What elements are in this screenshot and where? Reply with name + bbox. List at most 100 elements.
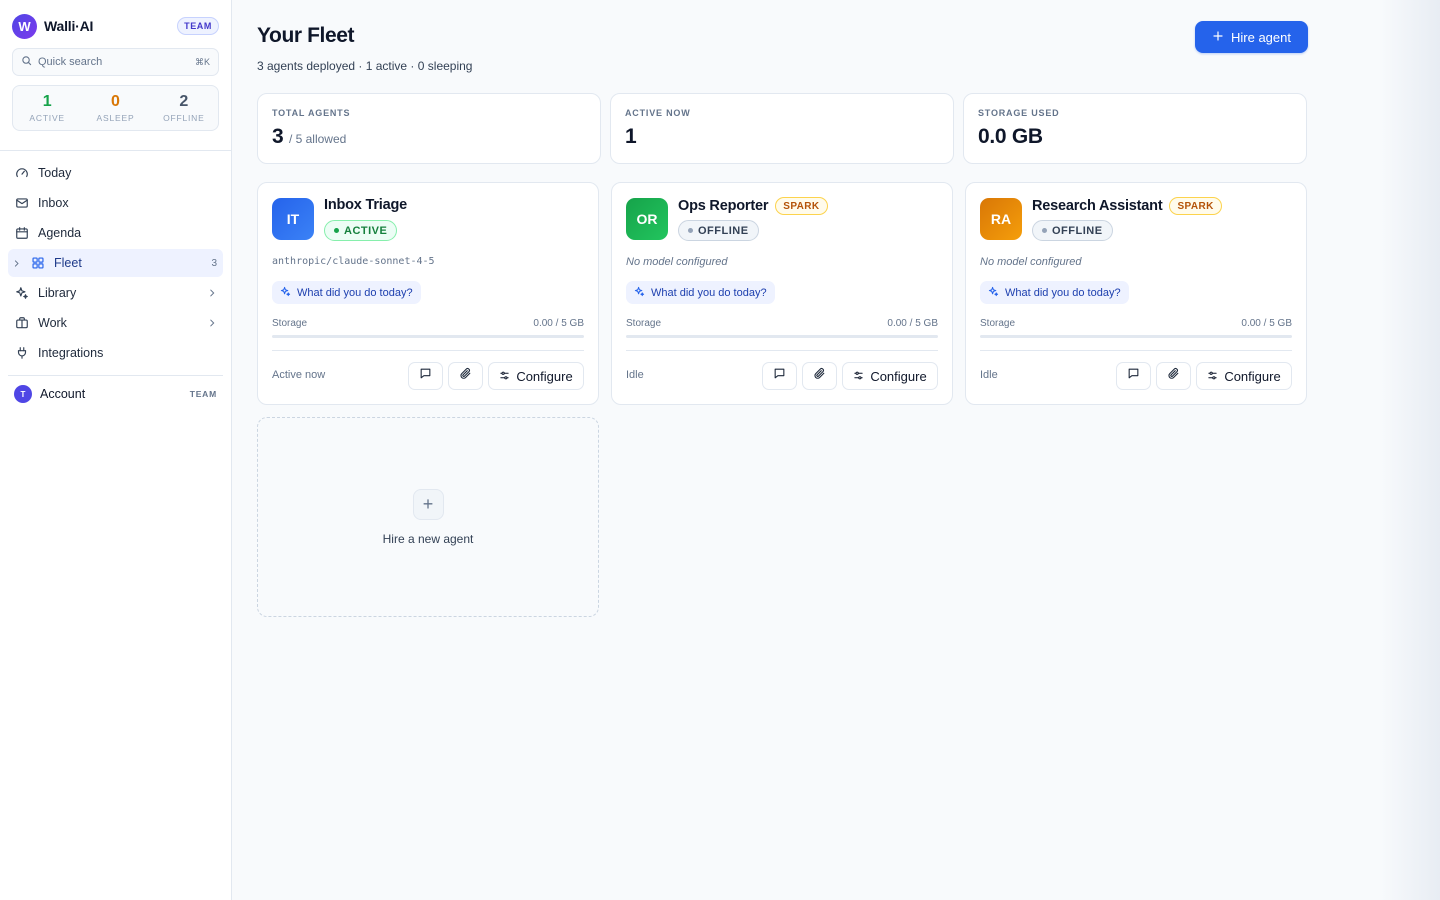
search-icon <box>21 55 38 69</box>
message-icon <box>419 367 432 385</box>
chevron-right-icon[interactable] <box>207 318 217 328</box>
chat-button[interactable] <box>1116 362 1151 390</box>
sidebar-item-library[interactable]: Library <box>8 279 223 307</box>
agent-card-ops-reporter[interactable]: OR Ops Reporter SPARK OFFLINE No model c… <box>611 182 953 405</box>
stat-asleep-value: 0 <box>111 93 120 110</box>
sidebar-divider <box>8 375 223 376</box>
page-title: Your Fleet <box>257 24 355 47</box>
status-dot-icon <box>334 228 339 233</box>
sparkles-icon <box>634 286 645 300</box>
metric-number: 3 <box>272 125 284 148</box>
configure-button[interactable]: Configure <box>842 362 938 390</box>
sidebar-item-label: Integrations <box>38 346 104 360</box>
paperclip-icon <box>813 367 826 385</box>
sidebar-item-agenda[interactable]: Agenda <box>8 219 223 247</box>
account-plan-tag: TEAM <box>189 389 217 399</box>
agent-activity-status: Idle <box>626 369 644 381</box>
hire-new-agent-label: Hire a new agent <box>382 531 474 546</box>
attach-button[interactable] <box>802 362 837 390</box>
brand-logo: W <box>12 13 37 39</box>
fleet-count-badge: 3 <box>211 257 217 269</box>
status-badge: ACTIVE <box>324 220 398 241</box>
sidebar-item-label: Inbox <box>38 196 69 210</box>
plug-icon <box>14 345 30 361</box>
prompt-chip[interactable]: What did you do today? <box>626 281 775 304</box>
chat-button[interactable] <box>762 362 797 390</box>
hire-agent-button[interactable]: Hire agent <box>1195 21 1308 53</box>
prompt-chip[interactable]: What did you do today? <box>272 281 421 304</box>
agent-card-inbox-triage[interactable]: IT Inbox Triage ACTIVE anthropic/claude-… <box>257 182 599 405</box>
configure-button[interactable]: Configure <box>1196 362 1292 390</box>
card-divider <box>272 350 584 351</box>
prompt-chip[interactable]: What did you do today? <box>980 281 1129 304</box>
metric-active-now: ACTIVE NOW 1 <box>610 93 954 164</box>
configure-label: Configure <box>870 368 927 384</box>
hire-new-agent-card[interactable]: + Hire a new agent <box>257 417 599 617</box>
gauge-icon <box>14 165 30 181</box>
stat-offline-value: 2 <box>179 93 189 110</box>
agent-name: Inbox Triage <box>324 197 408 213</box>
agent-model: anthropic/claude-sonnet-4-5 <box>272 256 435 267</box>
agent-card-research-assistant[interactable]: RA Research Assistant SPARK OFFLINE No m… <box>965 182 1307 405</box>
metric-value: 0.0 GB <box>978 125 1043 148</box>
main-content: Your Fleet 3 agents deployed · 1 active … <box>232 0 1440 900</box>
stat-offline-label: OFFLINE <box>163 113 205 123</box>
storage-bar <box>980 335 1292 338</box>
fleet-stats: 1 ACTIVE 0 ASLEEP 2 OFFLINE <box>12 85 219 131</box>
metric-total-agents: TOTAL AGENTS 3 / 5 allowed <box>257 93 601 164</box>
paperclip-icon <box>1167 367 1180 385</box>
prompt-text: What did you do today? <box>1005 286 1121 299</box>
chevron-right-icon[interactable] <box>12 259 24 268</box>
plus-icon: + <box>412 488 444 520</box>
storage-label: Storage <box>626 318 662 329</box>
agent-avatar: IT <box>272 198 314 240</box>
storage-value: 0.00 / 5 GB <box>1241 318 1292 329</box>
attach-button[interactable] <box>448 362 483 390</box>
sparkles-icon <box>988 286 999 300</box>
sidebar-item-today[interactable]: Today <box>8 159 223 187</box>
quick-search[interactable]: Quick search ⌘K <box>12 48 219 76</box>
brand[interactable]: W Walli·AI TEAM <box>12 13 219 39</box>
message-icon <box>1127 367 1140 385</box>
sparkles-icon <box>280 286 291 300</box>
agent-avatar: RA <box>980 198 1022 240</box>
storage-value: 0.00 / 5 GB <box>533 318 584 329</box>
hire-agent-label: Hire agent <box>1231 29 1291 45</box>
page-subtitle: 3 agents deployed · 1 active · 0 sleepin… <box>257 59 473 73</box>
sidebar-nav: Today Inbox Agenda Fleet 3 Library Work … <box>0 159 231 367</box>
sliders-icon <box>1207 369 1218 384</box>
briefcase-icon <box>14 315 30 331</box>
configure-button[interactable]: Configure <box>488 362 584 390</box>
chevron-right-icon[interactable] <box>207 288 217 298</box>
mail-icon <box>14 195 30 211</box>
status-text: OFFLINE <box>1052 224 1103 237</box>
sparkles-icon <box>14 285 30 301</box>
sidebar-item-inbox[interactable]: Inbox <box>8 189 223 217</box>
metric-label: STORAGE USED <box>978 108 1060 118</box>
sidebar-divider <box>0 150 231 151</box>
brand-name: Walli·AI <box>44 18 94 34</box>
chat-button[interactable] <box>408 362 443 390</box>
sidebar-item-integrations[interactable]: Integrations <box>8 339 223 367</box>
sidebar-item-label: Library <box>38 286 77 300</box>
grid-icon <box>30 255 46 271</box>
storage-label: Storage <box>272 318 308 329</box>
metric-storage-used: STORAGE USED 0.0 GB <box>963 93 1307 164</box>
sidebar: W Walli·AI TEAM Quick search ⌘K 1 ACTIVE… <box>0 0 232 900</box>
configure-label: Configure <box>1224 368 1281 384</box>
prompt-text: What did you do today? <box>651 286 767 299</box>
status-badge: OFFLINE <box>678 220 759 241</box>
attach-button[interactable] <box>1156 362 1191 390</box>
sliders-icon <box>499 369 510 384</box>
status-badge: OFFLINE <box>1032 220 1113 241</box>
sidebar-item-fleet[interactable]: Fleet 3 <box>8 249 223 277</box>
status-text: ACTIVE <box>344 224 388 237</box>
storage-value: 0.00 / 5 GB <box>887 318 938 329</box>
metric-sub: / 5 allowed <box>288 132 347 146</box>
plan-badge: TEAM <box>177 17 219 35</box>
metric-value: 3 / 5 allowed <box>272 125 586 149</box>
calendar-icon <box>14 225 30 241</box>
account-menu[interactable]: T Account TEAM <box>8 380 223 408</box>
sidebar-item-work[interactable]: Work <box>8 309 223 337</box>
avatar: T <box>14 385 32 403</box>
